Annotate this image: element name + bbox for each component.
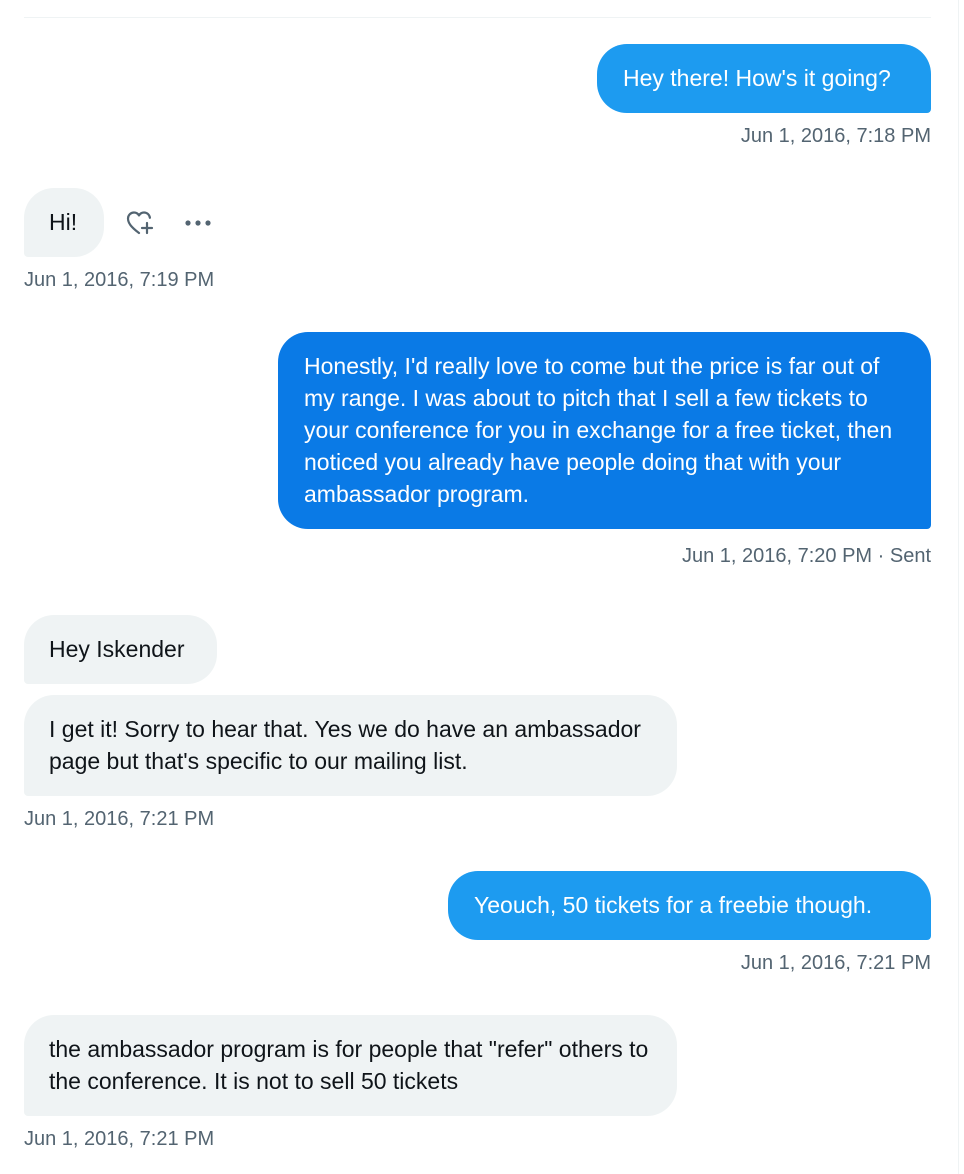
message-bubble-received[interactable]: I get it! Sorry to hear that. Yes we do …: [24, 695, 677, 796]
message-timestamp: Jun 1, 2016, 7:21 PM: [740, 952, 931, 974]
heart-plus-icon: [126, 211, 154, 235]
message-timestamp: Jun 1, 2016, 7:21 PM: [24, 1128, 215, 1150]
message-text: the ambassador program is for people tha…: [49, 1036, 649, 1094]
message-bubble-sent[interactable]: Hey there! How's it going?: [597, 44, 931, 113]
message-timestamp: Jun 1, 2016, 7:19 PM: [24, 269, 215, 291]
message-bubble-sent[interactable]: Yeouch, 50 tickets for a freebie though.: [448, 871, 931, 940]
message-text: Hey Iskender: [49, 636, 185, 662]
top-divider: [24, 17, 931, 18]
more-icon: [185, 220, 211, 226]
message-timestamp: Jun 1, 2016, 7:18 PM: [740, 125, 931, 147]
message-text: Hi!: [49, 209, 78, 235]
message-text: I get it! Sorry to hear that. Yes we do …: [49, 716, 641, 774]
message-timestamp: Jun 1, 2016, 7:21 PM: [24, 808, 215, 830]
message-text: Yeouch, 50 tickets for a freebie though.: [474, 892, 873, 918]
message-timestamp: Jun 1, 2016, 7:20 PM · Sent: [681, 545, 931, 567]
message-text: Hey there! How's it going?: [623, 65, 891, 91]
message-bubble-received[interactable]: Hi!: [24, 188, 104, 257]
more-options-button[interactable]: [181, 206, 215, 240]
react-button[interactable]: [123, 206, 157, 240]
scroll-edge: [958, 0, 959, 1174]
message-text: Honestly, I'd really love to come but th…: [304, 353, 893, 507]
message-bubble-received[interactable]: the ambassador program is for people tha…: [24, 1015, 677, 1116]
message-bubble-sent[interactable]: Honestly, I'd really love to come but th…: [278, 332, 931, 529]
message-bubble-received[interactable]: Hey Iskender: [24, 615, 217, 684]
